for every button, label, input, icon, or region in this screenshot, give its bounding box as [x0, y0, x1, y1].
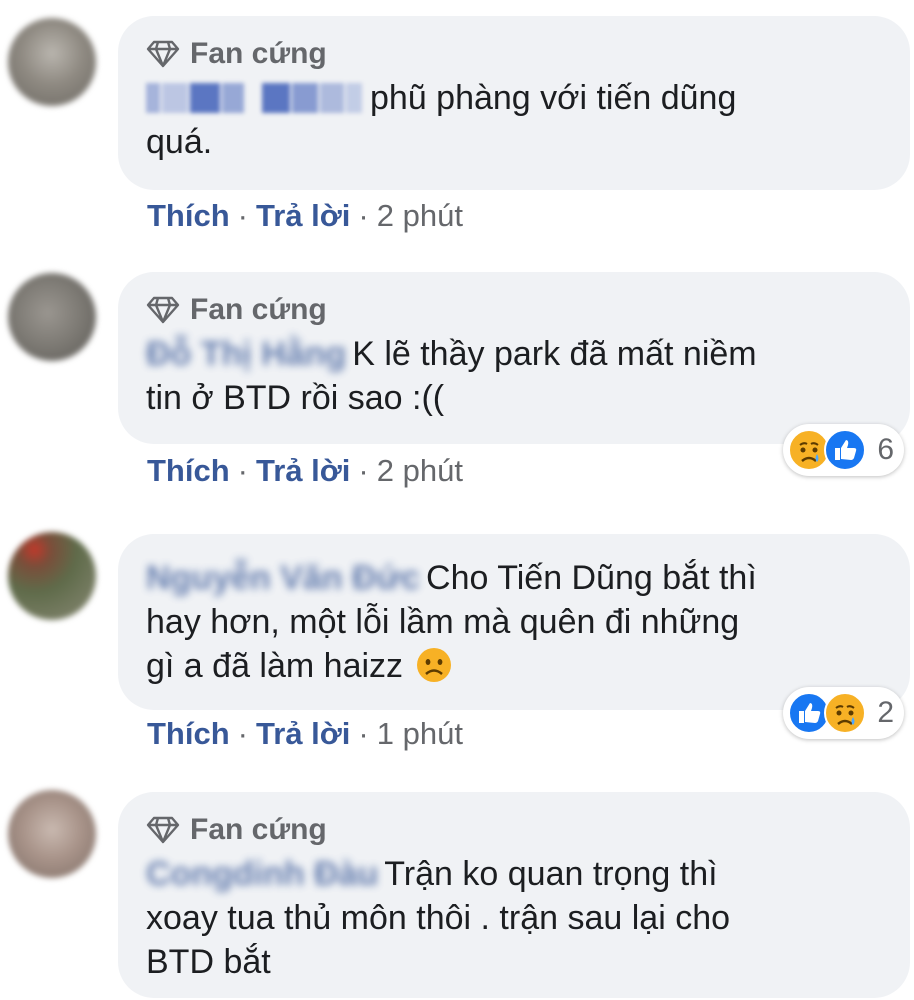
comment-line-1: Trận ko quan trọng thì [384, 855, 718, 893]
comment-actions: Thích · Trả lời · 2 phút [147, 453, 463, 489]
comment-actions: Thích · Trả lời · 2 phút [147, 198, 463, 234]
avatar[interactable] [8, 790, 96, 878]
fan-badge: Fan cứng [146, 810, 882, 850]
author-name[interactable]: Nguyễn Văn Đức [146, 556, 420, 600]
comment-bubble: Nguyễn Văn Đức Cho Tiến Dũng bắt thì hay … [118, 534, 910, 710]
comment-bubble: Fan cứng Congdinh Đàu Trận ko quan trọng … [118, 792, 910, 998]
separator: · [237, 716, 248, 751]
separator: · [237, 453, 248, 488]
comment-bubble: Fan cứng phũ phàng với tiến dũng quá. [118, 16, 910, 190]
reply-link[interactable]: Trả lời [256, 716, 350, 751]
separator: · [358, 716, 369, 751]
badge-label: Fan cứng [190, 813, 327, 846]
reaction-count: 6 [877, 433, 894, 466]
reply-link[interactable]: Trả lời [256, 453, 350, 488]
separator: · [358, 198, 369, 233]
diamond-icon [146, 815, 180, 845]
frown-emoji-icon [416, 647, 452, 694]
comment-line-3: BTD bắt [146, 943, 271, 981]
author-name[interactable]: Congdinh Đàu [146, 852, 378, 896]
like-icon [823, 428, 867, 472]
like-link[interactable]: Thích [147, 453, 230, 488]
avatar[interactable] [8, 18, 96, 106]
comment-text: Congdinh Đàu Trận ko quan trọng thì xoay … [146, 852, 882, 984]
comment-line-1: K lẽ thầy park đã mất niềm [352, 335, 757, 373]
diamond-icon [146, 295, 180, 325]
comment-bubble: Fan cứng Đỗ Thị Hằng K lẽ thầy park đã mấ… [118, 272, 910, 444]
comment-text: phũ phàng với tiến dũng quá. [146, 76, 882, 164]
separator: · [358, 453, 369, 488]
comment-line-2: hay hơn, một lỗi lầm mà quên đi những [146, 603, 740, 641]
comment-line-1: phũ phàng với tiến dũng [370, 79, 737, 117]
badge-label: Fan cứng [190, 293, 327, 326]
timestamp[interactable]: 1 phút [377, 716, 463, 751]
fan-badge: Fan cứng [146, 290, 882, 330]
comment-actions: Thích · Trả lời · 1 phút [147, 716, 463, 752]
comment-line-3: gì a đã làm haizz [146, 647, 404, 685]
badge-label: Fan cứng [190, 37, 327, 70]
comment-line-2: tin ở BTD rồi sao :(( [146, 379, 445, 417]
avatar[interactable] [8, 273, 96, 361]
like-link[interactable]: Thích [147, 716, 230, 751]
fan-badge: Fan cứng [146, 34, 882, 74]
author-name[interactable] [146, 76, 364, 120]
timestamp[interactable]: 2 phút [377, 198, 463, 233]
comment-line-1: Cho Tiến Dũng bắt thì [426, 559, 757, 597]
reactions-summary[interactable]: 6 [783, 424, 904, 476]
sad-icon [823, 691, 867, 735]
diamond-icon [146, 39, 180, 69]
reactions-summary[interactable]: 2 [783, 687, 904, 739]
avatar[interactable] [8, 532, 96, 620]
reaction-count: 2 [877, 696, 894, 729]
comment-text: Nguyễn Văn Đức Cho Tiến Dũng bắt thì hay … [146, 556, 882, 694]
comment-line-2: xoay tua thủ môn thôi . trận sau lại cho [146, 899, 731, 937]
comment-text: Đỗ Thị Hằng K lẽ thầy park đã mất niềm ti… [146, 332, 882, 420]
reply-link[interactable]: Trả lời [256, 198, 350, 233]
author-name[interactable]: Đỗ Thị Hằng [146, 332, 346, 376]
comment-line-2: quá. [146, 123, 213, 161]
timestamp[interactable]: 2 phút [377, 453, 463, 488]
like-link[interactable]: Thích [147, 198, 230, 233]
separator: · [237, 198, 248, 233]
